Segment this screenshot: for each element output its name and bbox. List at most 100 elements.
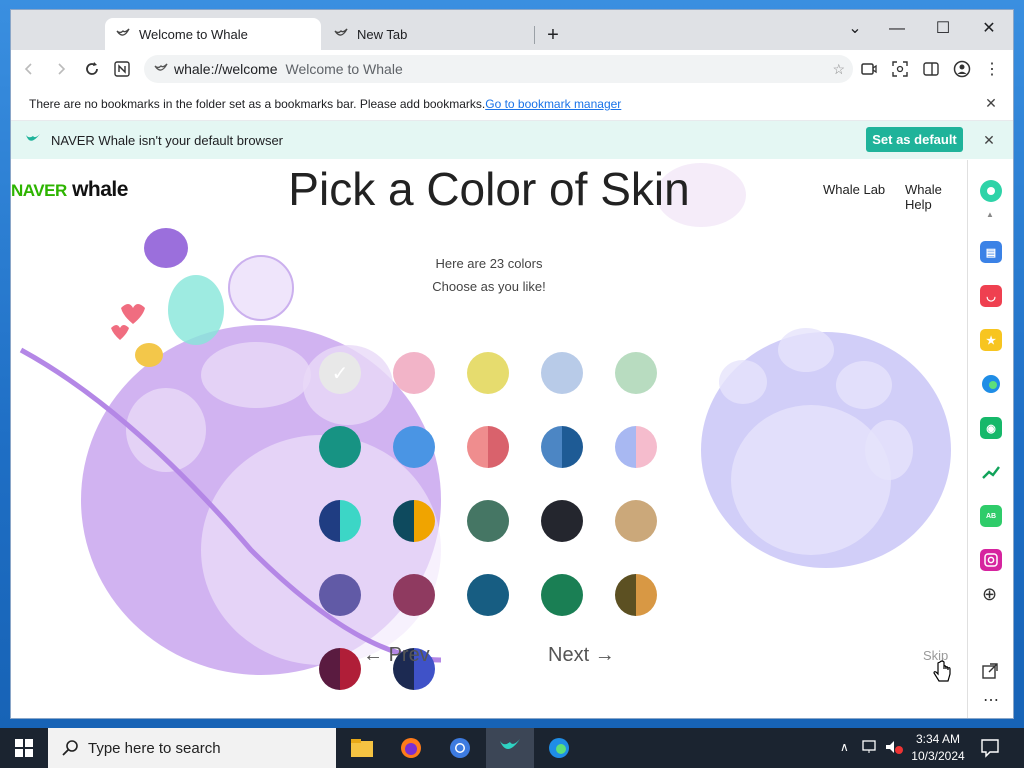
tray-chevron-icon[interactable]: ∧ [840, 740, 849, 754]
whale-taskbar-icon[interactable] [486, 728, 534, 768]
color-swatch[interactable] [319, 426, 361, 468]
whale-help-link[interactable]: Whale Help [905, 182, 967, 212]
prev-button[interactable]: ← Prev [363, 644, 430, 667]
color-swatch[interactable] [393, 426, 435, 468]
default-browser-message: NAVER Whale isn't your default browser [51, 132, 284, 148]
firefox-icon[interactable] [387, 728, 435, 768]
volume-muted-icon[interactable] [884, 739, 904, 760]
minimize-button[interactable]: — [877, 18, 917, 42]
papago-icon[interactable]: ΑΒ [980, 505, 1002, 527]
color-swatch[interactable] [467, 352, 509, 394]
swatch-half [340, 574, 361, 616]
windows-start-icon[interactable] [0, 728, 48, 768]
bookmark-star-icon[interactable]: ☆ [832, 61, 845, 78]
color-swatch[interactable] [467, 426, 509, 468]
set-default-button[interactable]: Set as default [866, 127, 963, 152]
whale-lab-link[interactable]: Whale Lab [823, 182, 885, 197]
swatch-half [393, 426, 414, 468]
swatch-half [541, 500, 562, 542]
color-swatch[interactable] [319, 574, 361, 616]
tab-separator [534, 26, 535, 44]
file-explorer-icon[interactable] [338, 728, 386, 768]
color-swatch[interactable] [319, 648, 361, 690]
swatch-half [541, 426, 562, 468]
more-icon[interactable]: ⋯ [983, 690, 999, 710]
swatch-half [319, 648, 340, 690]
whale-circle-icon[interactable] [980, 180, 1002, 202]
color-swatch[interactable] [615, 352, 657, 394]
capture-icon[interactable] [888, 57, 912, 81]
swatch-half [541, 352, 562, 394]
swatch-half [562, 500, 583, 542]
swatch-half [414, 426, 435, 468]
video-icon[interactable] [857, 57, 881, 81]
network-icon[interactable] [862, 739, 880, 760]
color-swatch[interactable] [393, 574, 435, 616]
sidebar-toggle-icon[interactable] [919, 57, 943, 81]
subtitle-choose: Choose as you like! [432, 279, 546, 294]
color-swatch[interactable] [393, 352, 435, 394]
pocket-icon[interactable]: ◡ [980, 285, 1002, 307]
taskbar-clock[interactable]: 3:34 AM 10/3/2024 [908, 731, 968, 765]
browser-window: Welcome to Whale New Tab + ⌄ — ☐ ✕ whale… [11, 10, 1013, 718]
calendar-icon[interactable]: ▤ [980, 241, 1002, 263]
menu-dots-icon[interactable]: ⋮ [980, 57, 1004, 81]
color-swatch[interactable] [541, 574, 583, 616]
close-icon[interactable]: ✕ [981, 132, 997, 148]
external-link-icon[interactable] [982, 663, 998, 684]
bookmark-manager-link[interactable]: Go to bookmark manager [485, 97, 621, 111]
swatch-half [636, 352, 657, 394]
color-swatch[interactable] [615, 426, 657, 468]
address-url: whale://welcome [174, 61, 278, 77]
swatch-half [488, 426, 509, 468]
color-swatch[interactable] [615, 574, 657, 616]
color-swatch[interactable] [319, 500, 361, 542]
color-swatch[interactable] [467, 500, 509, 542]
profile-icon[interactable] [950, 57, 974, 81]
naver-whale-logo[interactable]: NAVER whale [11, 178, 128, 202]
edge-icon[interactable] [980, 373, 1002, 395]
notification-icon[interactable] [980, 738, 1000, 763]
color-swatch[interactable] [615, 500, 657, 542]
close-button[interactable]: ✕ [969, 18, 1009, 42]
star-icon[interactable]: ★ [980, 329, 1002, 351]
color-swatch[interactable]: ✓ [319, 352, 361, 394]
swatch-half [541, 574, 562, 616]
edge-taskbar-icon[interactable] [535, 728, 583, 768]
chrome-icon[interactable] [436, 728, 484, 768]
whale-tab-icon [333, 26, 349, 42]
tab-new[interactable]: New Tab [323, 18, 533, 50]
address-bar[interactable]: whale://welcome Welcome to Whale ☆ [144, 55, 853, 83]
color-swatch[interactable] [541, 500, 583, 542]
new-tab-button[interactable]: + [541, 24, 565, 48]
taskbar: Type here to search ∧ 3:34 AM 10/3/2024 [0, 728, 1024, 768]
maximize-button[interactable]: ☐ [923, 18, 963, 42]
swatch-half [319, 426, 340, 468]
clock-date: 10/3/2024 [911, 749, 965, 763]
naver-home-icon[interactable] [110, 57, 134, 81]
back-icon[interactable] [17, 57, 41, 81]
tab-search-chevron-icon[interactable]: ⌄ [835, 18, 875, 42]
instagram-icon[interactable] [980, 549, 1002, 571]
close-icon[interactable]: ✕ [983, 95, 999, 111]
reload-icon[interactable] [80, 57, 104, 81]
add-icon[interactable]: ⊕ [982, 584, 997, 605]
scroll-up-icon[interactable]: ▲ [986, 210, 994, 219]
swatch-half [393, 500, 414, 542]
color-swatch[interactable] [467, 574, 509, 616]
color-swatch[interactable] [541, 352, 583, 394]
color-swatch[interactable] [393, 500, 435, 542]
swatch-half [340, 648, 361, 690]
robot-icon[interactable]: ◉ [980, 417, 1002, 439]
swatch-half [562, 352, 583, 394]
bookmark-infobar: There are no bookmarks in the folder set… [11, 88, 1013, 121]
search-placeholder: Type here to search [88, 739, 221, 757]
taskbar-search[interactable]: Type here to search [48, 728, 336, 768]
color-swatch[interactable] [541, 426, 583, 468]
whale-logo-icon [25, 133, 41, 147]
forward-icon[interactable] [49, 57, 73, 81]
finance-icon[interactable] [980, 461, 1002, 483]
swatch-half [488, 574, 509, 616]
next-button[interactable]: Next → [548, 644, 615, 667]
tab-welcome[interactable]: Welcome to Whale [105, 18, 321, 50]
